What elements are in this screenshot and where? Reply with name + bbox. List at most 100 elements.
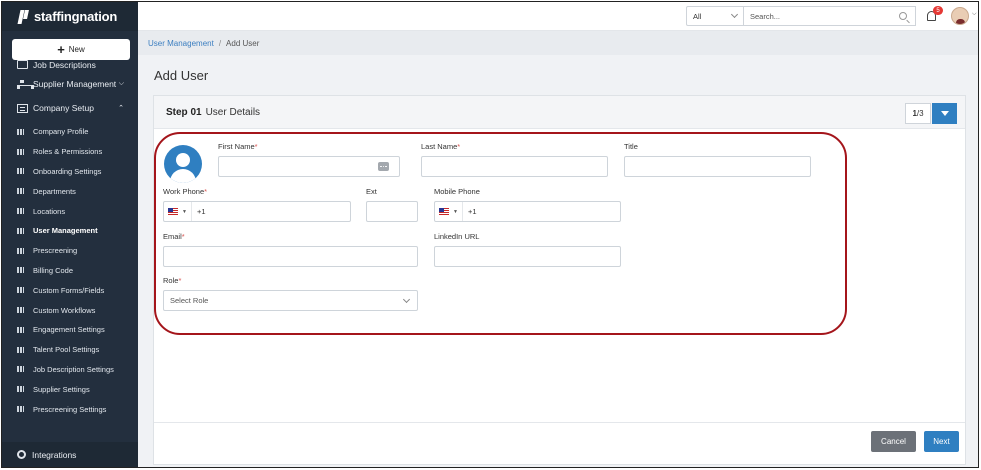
chevron-down-icon [402,295,411,304]
email-label: Email* [163,232,185,241]
title-label: Title [624,142,638,151]
breadcrumb: User Management / Add User [138,31,978,55]
building-icon [17,103,28,113]
sidebar-item-label: Supplier Management [33,79,117,89]
grid-icon [17,227,24,234]
brand-logo[interactable]: staffingnation [2,2,138,31]
linkedin-label: LinkedIn URL [434,232,480,241]
search-icon[interactable] [899,12,907,20]
role-placeholder: Select Role [170,296,209,305]
sidebar-item-company-setup[interactable]: Company Setup ⌃ [2,96,138,120]
ext-input[interactable] [366,201,418,222]
us-flag-icon [168,208,178,215]
sidebar-item-engagement-settings[interactable]: Engagement Settings [2,320,138,340]
sidebar-item-label: User Management [33,226,98,236]
role-label: Role* [163,276,182,285]
sidebar-item-label: Prescreening Settings [33,404,107,414]
sidebar-item-label: Custom Forms/Fields [33,285,105,295]
sidebar-item-label: Onboarding Settings [33,166,102,176]
search-input[interactable]: Search... [744,6,916,26]
sidebar-item-departments[interactable]: Departments [2,181,138,201]
step-dropdown-button[interactable] [932,103,957,124]
sidebar-item-label: Company Profile [33,127,89,137]
sidebar-item-billing-code[interactable]: Billing Code [2,261,138,281]
title-input[interactable] [624,156,811,177]
country-code-select[interactable]: ▼ [164,202,192,221]
ext-label: Ext [366,187,377,196]
sidebar-item-locations[interactable]: Locations [2,201,138,221]
sidebar-item-label: Departments [33,186,76,196]
sidebar-item-user-management[interactable]: User Management [2,221,138,241]
sidebar-item-label: Supplier Settings [33,384,90,394]
grid-icon [17,346,24,353]
person-body-shape [170,169,196,183]
sidebar-item-onboarding-settings[interactable]: Onboarding Settings [2,162,138,182]
document-icon [17,60,28,69]
user-avatar[interactable] [951,7,969,25]
search-placeholder: Search... [750,11,781,21]
breadcrumb-current: Add User [226,38,260,48]
sidebar-item-label: Job Descriptions [33,59,96,70]
search-scope-select[interactable]: All [686,6,744,26]
sidebar-item-custom-forms-fields[interactable]: Custom Forms/Fields [2,280,138,300]
sidebar-item-label: Company Setup [33,103,94,113]
plus-icon: + [57,42,65,57]
step-total: /3 [916,109,924,118]
next-button[interactable]: Next [924,431,959,452]
company-setup-submenu: Company Profile Roles & Permissions Onbo… [2,120,138,419]
breadcrumb-user-management[interactable]: User Management [148,39,214,48]
last-name-input[interactable] [421,156,608,177]
sidebar-item-label: Prescreening [33,246,78,256]
sidebar-item-integrations[interactable]: Integrations [2,442,138,467]
grid-icon [17,386,24,393]
work-phone-dial-code: +1 [197,207,206,216]
page-title: Add User [154,68,209,83]
grid-icon [17,326,24,333]
grid-icon [17,406,24,413]
first-name-label: First Name* [218,142,258,151]
sidebar-item-job-descriptions[interactable]: Job Descriptions [2,57,138,72]
linkedin-input[interactable] [434,246,621,267]
app-window: staffingnation + New Job Descriptions Su… [1,1,979,468]
work-phone-input[interactable]: ▼ +1 [163,201,351,222]
grid-icon [17,148,24,155]
caret-down-icon: ▼ [453,208,458,215]
person-icon [176,153,190,167]
logo-icon [19,10,29,24]
sidebar-item-prescreening-settings[interactable]: Prescreening Settings [2,399,138,419]
chevron-down-icon [730,10,739,19]
more-options-icon[interactable] [378,162,389,171]
sidebar-item-talent-pool-settings[interactable]: Talent Pool Settings [2,340,138,360]
sidebar-item-label: Locations [33,206,66,216]
sidebar-item-supplier-management[interactable]: Supplier Management ⌵ [2,72,138,96]
first-name-input[interactable] [218,156,400,177]
brand-name: staffingnation [34,9,118,24]
work-phone-label: Work Phone* [163,187,208,196]
grid-icon [17,267,24,274]
role-select[interactable]: Select Role [163,290,418,311]
sidebar-item-label: Billing Code [33,265,74,275]
sidebar-item-job-description-settings[interactable]: Job Description Settings [2,360,138,380]
mobile-phone-input[interactable]: ▼ +1 [434,201,621,222]
new-button-label: New [68,45,85,54]
mobile-phone-label: Mobile Phone [434,187,480,196]
sidebar-item-company-profile[interactable]: Company Profile [2,122,138,142]
grid-icon [17,366,24,373]
sidebar-nav: Job Descriptions Supplier Management ⌵ C… [2,60,138,419]
profile-photo-placeholder[interactable] [164,145,202,183]
chevron-down-icon[interactable]: ⌵ [972,11,977,18]
hierarchy-icon [17,79,34,89]
cancel-button[interactable]: Cancel [871,431,916,452]
sidebar-item-supplier-settings[interactable]: Supplier Settings [2,379,138,399]
sidebar-item-prescreening[interactable]: Prescreening [2,241,138,261]
step-number: Step 01 [166,106,202,118]
sidebar-item-label: Custom Workflows [33,305,96,315]
country-code-select[interactable]: ▼ [435,202,463,221]
grid-icon [17,247,24,254]
sidebar-item-label: Engagement Settings [33,325,105,335]
sidebar-item-roles-permissions[interactable]: Roles & Permissions [2,142,138,162]
search-scope-value: All [693,11,702,21]
sidebar-item-custom-workflows[interactable]: Custom Workflows [2,300,138,320]
email-input[interactable] [163,246,418,267]
sidebar: staffingnation + New Job Descriptions Su… [2,2,138,467]
